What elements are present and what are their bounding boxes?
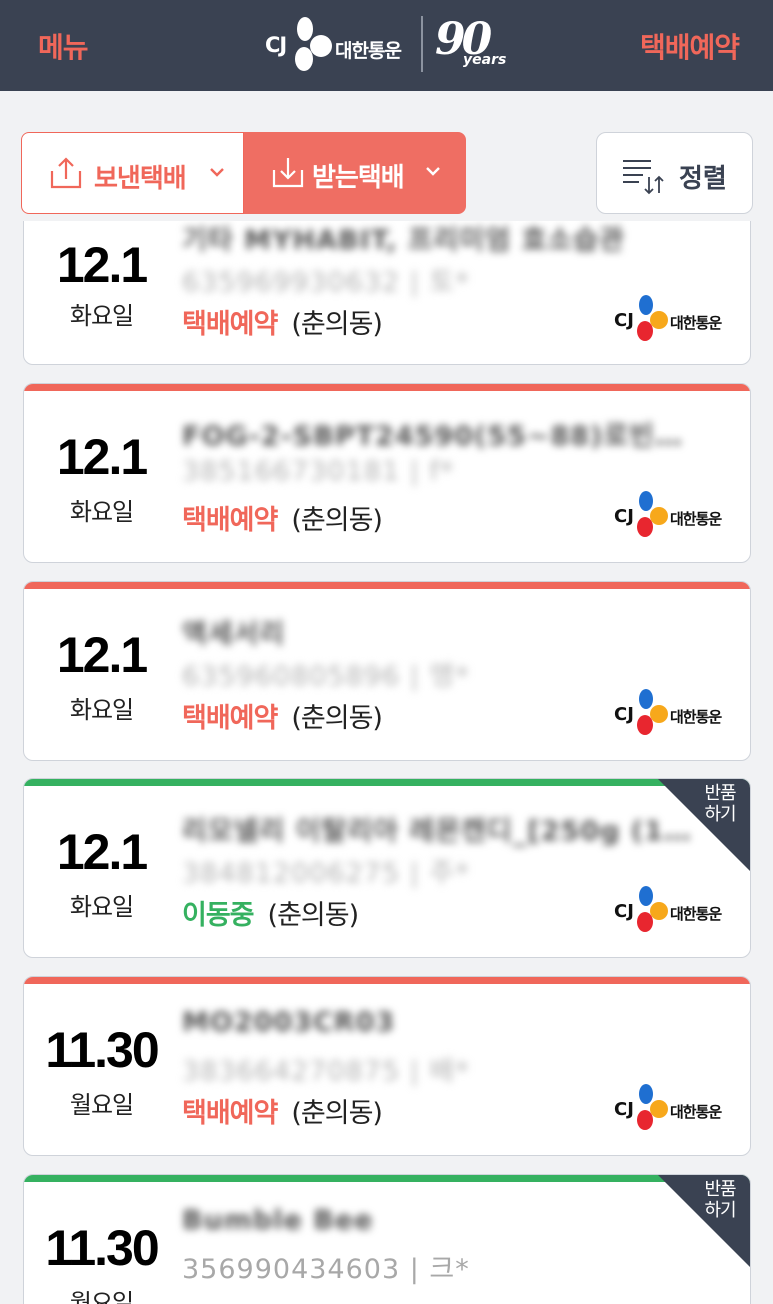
parcel-area: (춘의동) bbox=[291, 1098, 383, 1129]
parcel-weekday: 화요일 bbox=[69, 696, 134, 724]
book-delivery-button[interactable]: 택배예약 bbox=[640, 26, 740, 66]
upload-icon bbox=[50, 157, 82, 189]
parcel-title: 리모넬리 이탈리아 레몬캔디_[250g (1… bbox=[182, 816, 692, 847]
tab-received-label: 받는택배 bbox=[312, 163, 405, 193]
parcel-card[interactable]: 12.1 화요일 리모넬리 이탈리아 레몬캔디_[250g (1… 384812… bbox=[23, 778, 751, 958]
tab-sent-label: 보낸택배 bbox=[94, 164, 187, 194]
return-label: 반품 하기 bbox=[704, 783, 736, 825]
parcel-status: 이동중 (춘의동) bbox=[182, 900, 360, 931]
cj-logo: CJ 대한통운 90 years bbox=[265, 14, 515, 76]
carrier-logo: CJ 대한통운 bbox=[614, 490, 734, 540]
cj-logo-icon bbox=[295, 17, 332, 71]
cj-logo-icon bbox=[637, 689, 668, 735]
cj-logo-icon bbox=[637, 886, 668, 932]
menu-button[interactable]: 메뉴 bbox=[38, 26, 89, 66]
parcel-status: 택배예약 (춘의동) bbox=[182, 309, 383, 340]
parcel-date: 12.1 bbox=[56, 429, 148, 485]
logo-divider bbox=[421, 16, 423, 72]
filter-bar: 보낸택배 받는택배 정렬 bbox=[0, 91, 773, 221]
parcel-status: 택배예약 (춘의동) bbox=[182, 703, 383, 734]
parcel-tracking: 383664270875 | 배* bbox=[182, 1056, 470, 1087]
status-bar-moving bbox=[24, 1175, 750, 1182]
parcel-area: (춘의동) bbox=[291, 703, 383, 734]
sort-icon bbox=[623, 160, 664, 195]
parcel-date: 12.1 bbox=[56, 237, 148, 293]
parcel-tracking: 384812006275 | 주* bbox=[182, 858, 470, 889]
return-button[interactable]: 반품 하기 bbox=[658, 779, 750, 871]
chevron-down-icon bbox=[426, 167, 440, 176]
chevron-down-icon bbox=[210, 168, 224, 177]
parcel-title: MO2003CR03 bbox=[182, 1007, 396, 1038]
status-bar-booked bbox=[24, 582, 750, 589]
parcel-weekday: 화요일 bbox=[69, 302, 134, 330]
sort-button[interactable]: 정렬 bbox=[596, 132, 753, 214]
status-bar-booked bbox=[24, 977, 750, 984]
tab-received-parcels[interactable]: 받는택배 bbox=[244, 132, 466, 214]
parcel-area: (춘의동) bbox=[291, 309, 383, 340]
status-bar-moving bbox=[24, 779, 750, 786]
parcel-weekday: 월요일 bbox=[69, 1289, 134, 1304]
parcel-title: FOG-2-SBPT24590(55~88)로빈… bbox=[182, 421, 684, 452]
logo-years: years bbox=[463, 52, 507, 68]
parcel-card[interactable]: 12.1 화요일 액세서리 635960805896 | 맹* 택배예약 (춘의동… bbox=[23, 581, 751, 761]
return-button[interactable]: 반품 하기 bbox=[658, 1175, 750, 1267]
parcel-area: (춘의동) bbox=[267, 900, 360, 931]
parcel-weekday: 화요일 bbox=[69, 498, 134, 526]
tab-sent-parcels[interactable]: 보낸택배 bbox=[21, 132, 244, 214]
parcel-status: 택배예약 (춘의동) bbox=[182, 505, 383, 536]
cj-logo-icon bbox=[637, 1084, 668, 1130]
parcel-tracking: 356990434603 | 크* bbox=[182, 1254, 470, 1285]
download-icon bbox=[272, 158, 304, 188]
parcel-date: 11.30 bbox=[45, 1220, 159, 1276]
parcel-card[interactable]: 11.30 월요일 MO2003CR03 383664270875 | 배* 택… bbox=[23, 976, 751, 1156]
logo-company-name: 대한통운 bbox=[335, 40, 402, 62]
parcel-card[interactable]: 12.1 화요일 FOG-2-SBPT24590(55~88)로빈… 38516… bbox=[23, 383, 751, 563]
status-bar-booked bbox=[24, 384, 750, 391]
sort-label: 정렬 bbox=[679, 164, 727, 194]
logo-cj-text: CJ bbox=[265, 33, 287, 57]
cj-logo-icon bbox=[637, 295, 668, 341]
carrier-logo: CJ 대한통운 bbox=[614, 688, 734, 738]
parcel-title: Bumble Bee bbox=[182, 1205, 374, 1236]
parcel-date: 11.30 bbox=[45, 1022, 159, 1078]
cj-logo-icon bbox=[637, 491, 668, 537]
parcel-card[interactable]: 12.1 화요일 기타 MYHABIT, 프리미엄 효소습관 635969930… bbox=[23, 221, 751, 365]
carrier-logo: CJ 대한통운 bbox=[614, 294, 734, 344]
parcel-title: 액세서리 bbox=[182, 619, 286, 650]
return-label: 반품 하기 bbox=[704, 1179, 736, 1221]
parcel-card[interactable]: 11.30 월요일 Bumble Bee 356990434603 | 크* 반… bbox=[23, 1174, 751, 1304]
carrier-logo: CJ 대한통운 bbox=[614, 1083, 734, 1133]
parcel-date: 12.1 bbox=[56, 824, 148, 880]
parcel-tracking: 385166730181 | f* bbox=[182, 456, 455, 487]
parcel-tracking: 635969930632 | 토* bbox=[182, 267, 470, 298]
parcel-title: 기타 MYHABIT, 프리미엄 효소습관 bbox=[182, 225, 625, 256]
parcel-date: 12.1 bbox=[56, 627, 148, 683]
parcel-status: 택배예약 (춘의동) bbox=[182, 1098, 383, 1129]
app-header: 메뉴 CJ 대한통운 90 years 택배예약 bbox=[0, 0, 773, 91]
parcel-area: (춘의동) bbox=[291, 505, 383, 536]
parcel-weekday: 화요일 bbox=[69, 893, 134, 921]
parcel-list: 12.1 화요일 기타 MYHABIT, 프리미엄 효소습관 635969930… bbox=[0, 221, 773, 1304]
parcel-tracking: 635960805896 | 맹* bbox=[182, 661, 470, 692]
parcel-weekday: 월요일 bbox=[69, 1091, 134, 1119]
carrier-logo: CJ 대한통운 bbox=[614, 885, 734, 935]
